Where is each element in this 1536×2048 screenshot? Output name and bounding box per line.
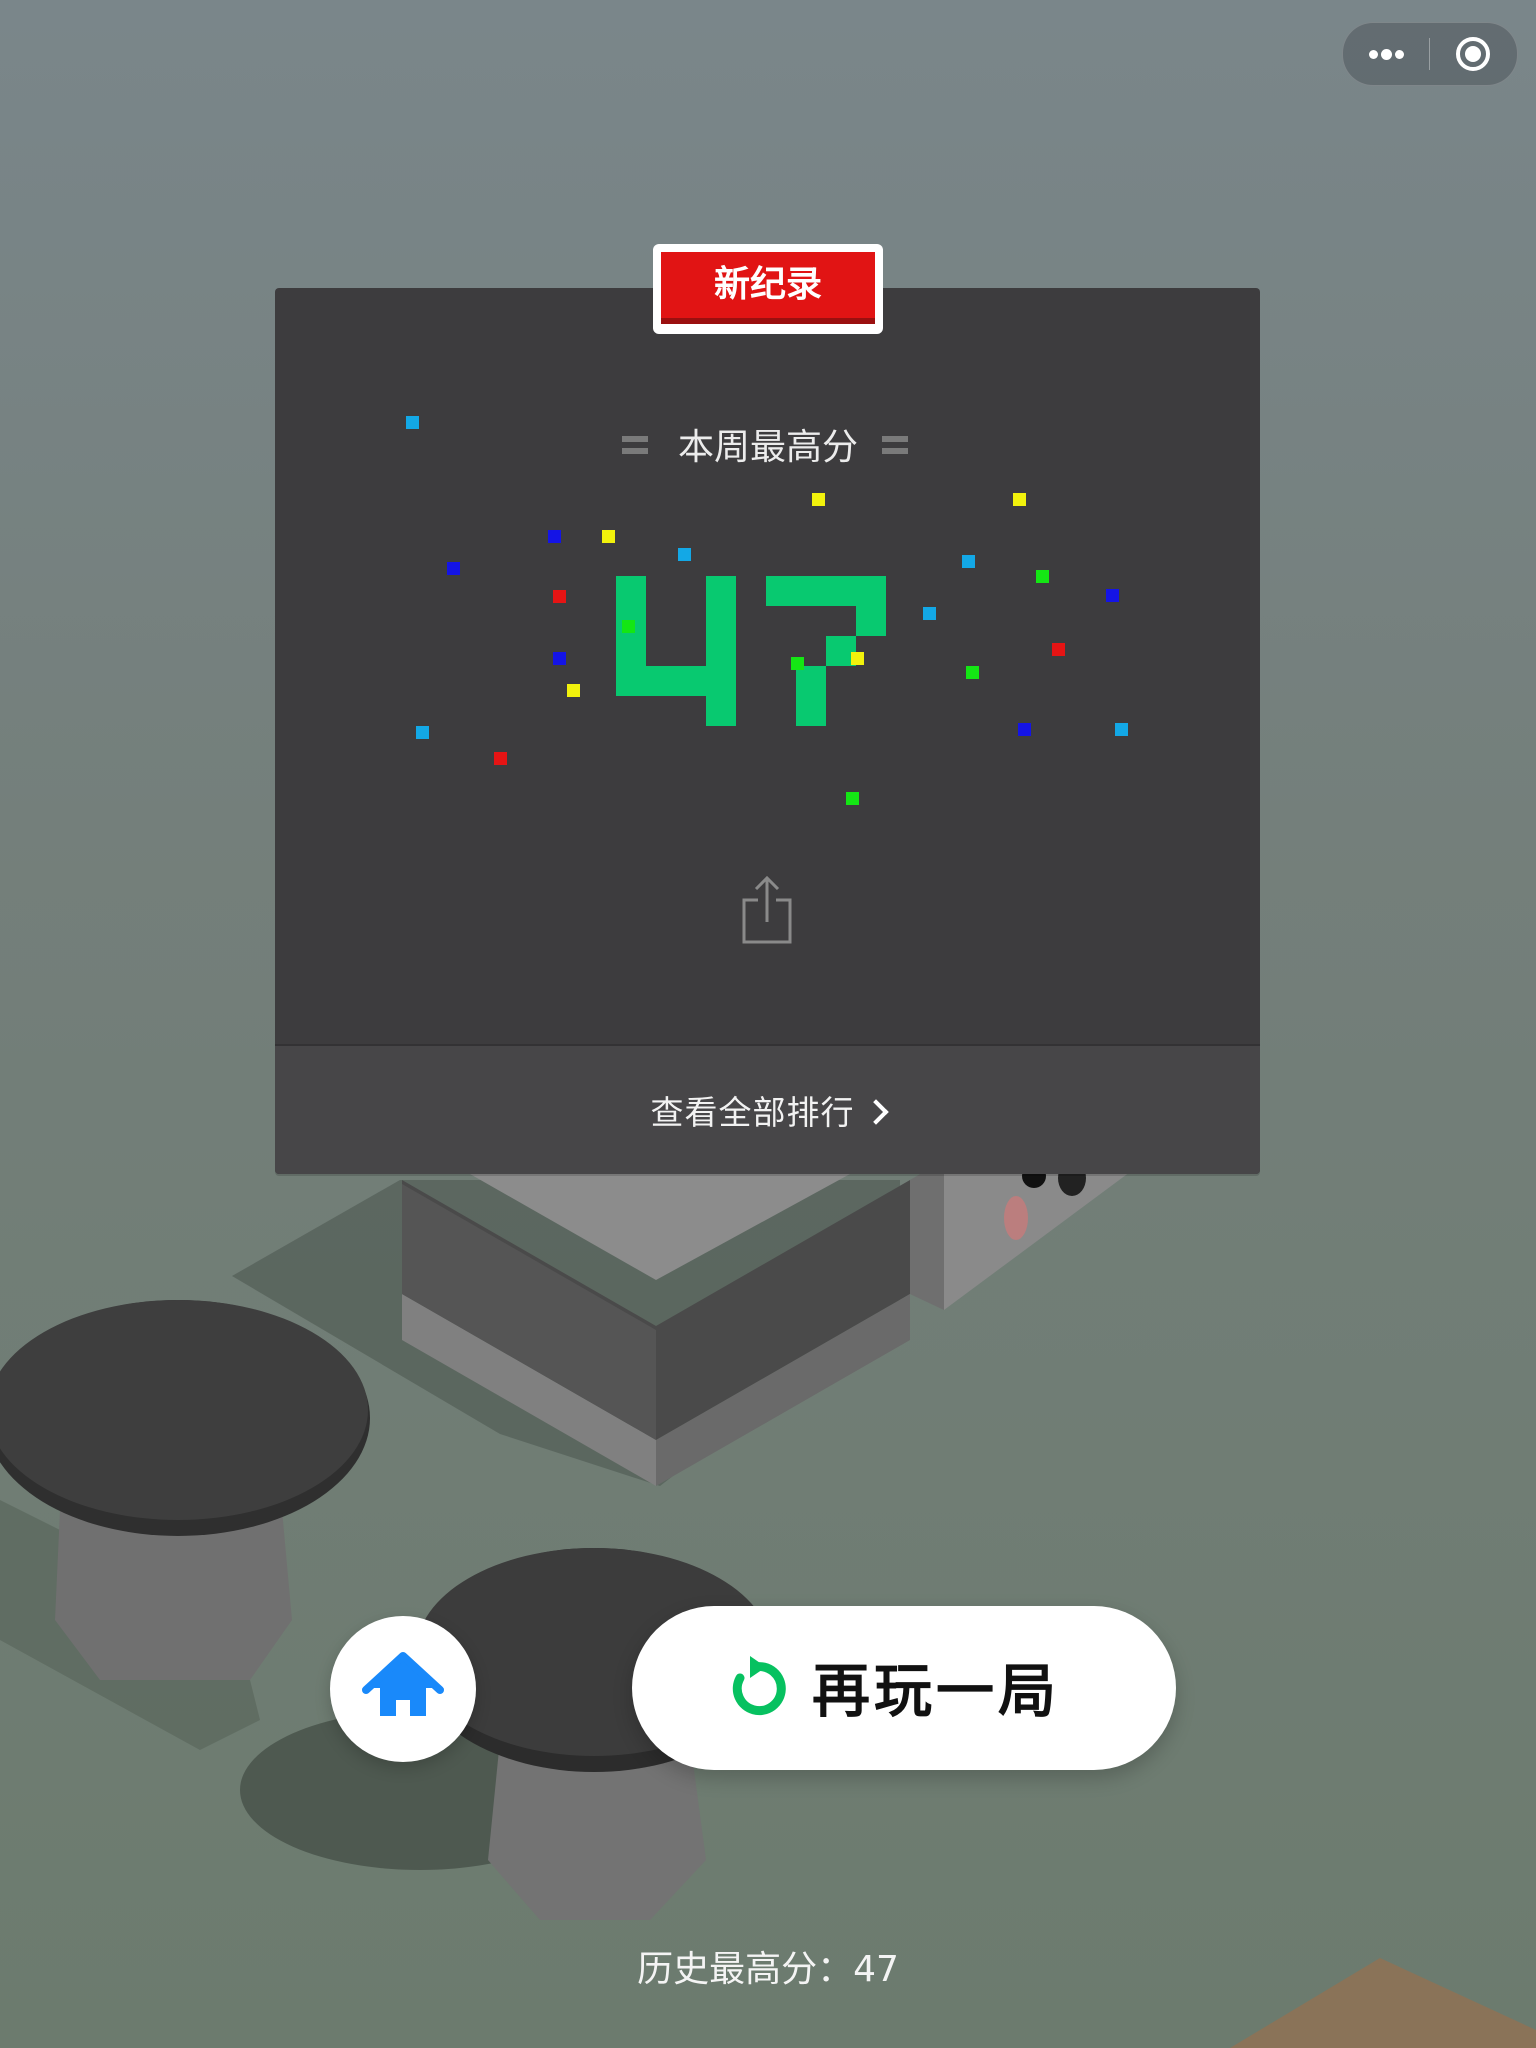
- more-icon[interactable]: [1343, 23, 1429, 85]
- share-icon[interactable]: [738, 874, 796, 946]
- view-all-ranking-button[interactable]: 查看全部排行: [275, 1044, 1260, 1174]
- replay-icon: [732, 1656, 786, 1716]
- view-all-ranking-label: 查看全部排行: [650, 1093, 855, 1132]
- chevron-right-icon: [862, 1099, 889, 1125]
- new-record-label: 新纪录: [661, 252, 875, 324]
- home-button[interactable]: [330, 1616, 476, 1762]
- replay-button[interactable]: 再玩一局: [632, 1606, 1176, 1770]
- title-decor-right: [882, 436, 908, 458]
- capsule-close-icon[interactable]: [1430, 23, 1517, 85]
- weekly-best-title: 本周最高分: [677, 427, 858, 468]
- history-best-score: 历史最高分：47: [637, 1949, 899, 1990]
- replay-label: 再玩一局: [812, 1657, 1061, 1725]
- home-icon: [362, 1652, 444, 1716]
- capsule-menu: [1342, 22, 1518, 86]
- new-record-badge: 新纪录: [653, 244, 883, 334]
